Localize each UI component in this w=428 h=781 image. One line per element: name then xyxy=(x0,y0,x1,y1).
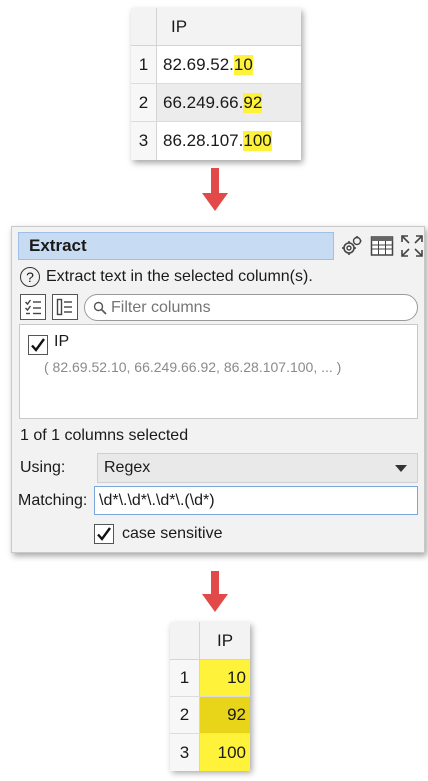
extracted-cell[interactable]: 100 xyxy=(200,734,250,771)
description-text: Extract text in the selected column(s). xyxy=(46,268,313,285)
filter-columns-field[interactable] xyxy=(84,294,418,321)
matching-regex-input[interactable]: \d*\.\d*\.\d*\.(\d*) xyxy=(94,486,418,515)
list-icon[interactable] xyxy=(52,294,78,320)
selected-count: 1 of 1 columns selected xyxy=(20,427,189,444)
filter-columns-input[interactable] xyxy=(111,298,411,317)
ip-cell[interactable]: 86.28.107. 100 xyxy=(157,122,301,160)
column-list: IP ( 82.69.52.10, 66.249.66.92, 86.28.10… xyxy=(19,324,418,419)
output-table: IP 1 10 2 92 3 100 xyxy=(170,622,250,771)
table-header: IP xyxy=(131,8,301,46)
table-corner xyxy=(170,622,200,659)
checkmark-icon xyxy=(97,527,111,541)
row-number: 1 xyxy=(170,660,200,696)
ip-cell[interactable]: 82.69.52. 10 xyxy=(157,46,301,83)
row-number: 2 xyxy=(170,697,200,733)
down-arrow-icon xyxy=(202,571,228,613)
search-icon xyxy=(93,301,107,315)
ip-prefix: 82.69.52. xyxy=(163,54,234,74)
down-arrow-icon xyxy=(202,168,228,212)
extract-panel: Extract ? Extract text in the selected c… xyxy=(11,226,425,553)
using-value: Regex xyxy=(104,459,151,476)
caret-down-icon xyxy=(395,465,407,472)
row-number: 3 xyxy=(170,734,200,771)
table-row[interactable]: 2 92 xyxy=(170,697,250,734)
expand-icon[interactable] xyxy=(398,232,426,260)
check-all-icon[interactable] xyxy=(20,294,46,320)
gear-icon[interactable] xyxy=(338,232,366,260)
extracted-cell[interactable]: 92 xyxy=(200,697,250,733)
ip-match-highlight: 100 xyxy=(243,131,272,151)
panel-title[interactable]: Extract xyxy=(18,232,334,260)
table-row[interactable]: 1 10 xyxy=(170,660,250,697)
column-header-ip[interactable]: IP xyxy=(200,622,250,659)
column-checkbox[interactable] xyxy=(28,335,48,355)
column-name: IP xyxy=(54,333,70,350)
row-number: 3 xyxy=(131,122,157,160)
ip-match-highlight: 10 xyxy=(233,54,253,75)
table-icon[interactable] xyxy=(368,232,396,260)
case-sensitive-option[interactable]: case sensitive xyxy=(94,524,223,544)
case-sensitive-label: case sensitive xyxy=(122,525,223,542)
matching-label: Matching: xyxy=(18,492,88,509)
checkmark-icon xyxy=(31,338,45,352)
extracted-cell[interactable]: 10 xyxy=(200,660,250,696)
table-corner xyxy=(131,8,157,45)
row-number: 2 xyxy=(131,84,157,121)
using-label: Using: xyxy=(20,459,66,476)
ip-cell[interactable]: 66.249.66. 92 xyxy=(157,84,301,121)
input-table: IP 1 82.69.52. 10 2 66.249.66. 92 3 86.28.… xyxy=(131,8,301,160)
column-sample-values: ( 82.69.52.10, 66.249.66.92, 86.28.107.1… xyxy=(44,359,342,375)
case-sensitive-checkbox[interactable] xyxy=(94,524,114,544)
table-header: IP xyxy=(170,622,250,660)
table-row[interactable]: 3 86.28.107. 100 xyxy=(131,122,301,160)
ip-prefix: 86.28.107. xyxy=(163,131,244,150)
column-header-ip[interactable]: IP xyxy=(157,8,187,45)
panel-description: ? Extract text in the selected column(s)… xyxy=(20,267,313,287)
help-icon[interactable]: ? xyxy=(20,267,40,287)
ip-prefix: 66.249.66. xyxy=(163,92,244,112)
row-number: 1 xyxy=(131,46,157,83)
table-row[interactable]: 3 100 xyxy=(170,734,250,771)
table-row[interactable]: 2 66.249.66. 92 xyxy=(131,84,301,122)
table-row[interactable]: 1 82.69.52. 10 xyxy=(131,46,301,84)
column-item-ip[interactable]: IP xyxy=(28,333,70,355)
ip-match-highlight: 92 xyxy=(243,92,263,113)
using-dropdown[interactable]: Regex xyxy=(97,453,418,483)
